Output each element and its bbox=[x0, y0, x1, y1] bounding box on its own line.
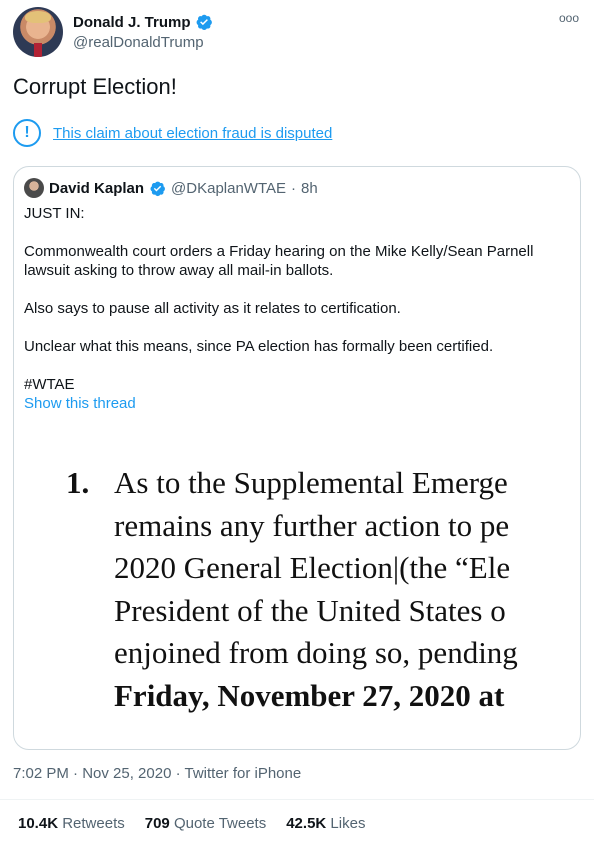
quoted-author-handle: @DKaplanWTAE bbox=[171, 179, 287, 197]
show-thread-link[interactable]: Show this thread bbox=[24, 394, 569, 413]
author-name[interactable]: Donald J. Trump bbox=[73, 14, 191, 31]
quote-tweets-label: Quote Tweets bbox=[173, 815, 267, 832]
divider bbox=[0, 799, 594, 800]
author-name-row: Donald J. Trump bbox=[73, 13, 213, 31]
avatar[interactable] bbox=[13, 7, 63, 57]
quoted-author-name: David Kaplan bbox=[49, 179, 145, 197]
tweet-header: Donald J. Trump @realDonaldTrump ooo bbox=[13, 7, 581, 57]
quoted-tweet[interactable]: David Kaplan @DKaplanWTAE · 8h JUST IN: … bbox=[13, 166, 581, 750]
quote-tweets-stat[interactable]: 709 Quote Tweets bbox=[145, 815, 266, 832]
dispute-link[interactable]: This claim about election fraud is dispu… bbox=[53, 125, 332, 142]
quoted-avatar bbox=[24, 178, 44, 198]
quoted-tweet-header: David Kaplan @DKaplanWTAE · 8h bbox=[24, 178, 318, 198]
document-line: President of the United States o bbox=[114, 592, 506, 628]
retweets-count: 10.4K bbox=[18, 815, 59, 832]
tweet-timestamp[interactable]: 7:02 PM · Nov 25, 2020 · Twitter for iPh… bbox=[13, 765, 301, 782]
quoted-paragraph: JUST IN: bbox=[24, 205, 85, 222]
document-line-bold: Friday, November 27, 2020 at bbox=[114, 677, 505, 713]
engagement-stats: 10.4K Retweets 709 Quote Tweets 42.5K Li… bbox=[18, 815, 365, 832]
quoted-paragraph: Also says to pause all activity as it re… bbox=[24, 300, 401, 317]
likes-label: Likes bbox=[330, 815, 366, 832]
document-item-number: 1. bbox=[66, 465, 90, 500]
document-line: remains any further action to pe bbox=[114, 507, 510, 543]
document-line: As to the Supplemental Emerge bbox=[114, 465, 508, 500]
tweet-text: Corrupt Election! bbox=[13, 74, 177, 99]
author-handle[interactable]: @realDonaldTrump bbox=[73, 34, 204, 51]
dispute-notice[interactable]: ! This claim about election fraud is dis… bbox=[13, 119, 332, 147]
quoted-paragraph: Unclear what this means, since PA electi… bbox=[24, 338, 494, 355]
info-alert-icon: ! bbox=[13, 119, 41, 147]
quoted-tweet-body: JUST IN: Commonwealth court orders a Fri… bbox=[24, 204, 569, 413]
verified-badge-icon bbox=[196, 14, 212, 31]
likes-count: 42.5K bbox=[286, 815, 327, 832]
document-line: 2020 General Election|(the “Ele bbox=[114, 550, 511, 585]
document-text: As to the Supplemental Emerge remains an… bbox=[114, 462, 518, 717]
quoted-hashtag[interactable]: #WTAE bbox=[24, 375, 569, 394]
verified-badge-icon bbox=[150, 181, 165, 196]
quote-tweets-count: 709 bbox=[144, 815, 170, 832]
attached-document-image[interactable]: 1. As to the Supplemental Emerge remains… bbox=[14, 419, 580, 719]
retweets-stat[interactable]: 10.4K Retweets bbox=[18, 815, 125, 832]
document-line: enjoined from doing so, pending bbox=[114, 635, 518, 670]
quoted-time: 8h bbox=[301, 179, 318, 197]
quoted-paragraph: Commonwealth court orders a Friday heari… bbox=[24, 243, 534, 279]
separator-dot: · bbox=[291, 179, 297, 197]
likes-stat[interactable]: 42.5K Likes bbox=[286, 815, 365, 832]
retweets-label: Retweets bbox=[62, 815, 125, 832]
more-options-icon[interactable]: ooo bbox=[559, 11, 579, 25]
